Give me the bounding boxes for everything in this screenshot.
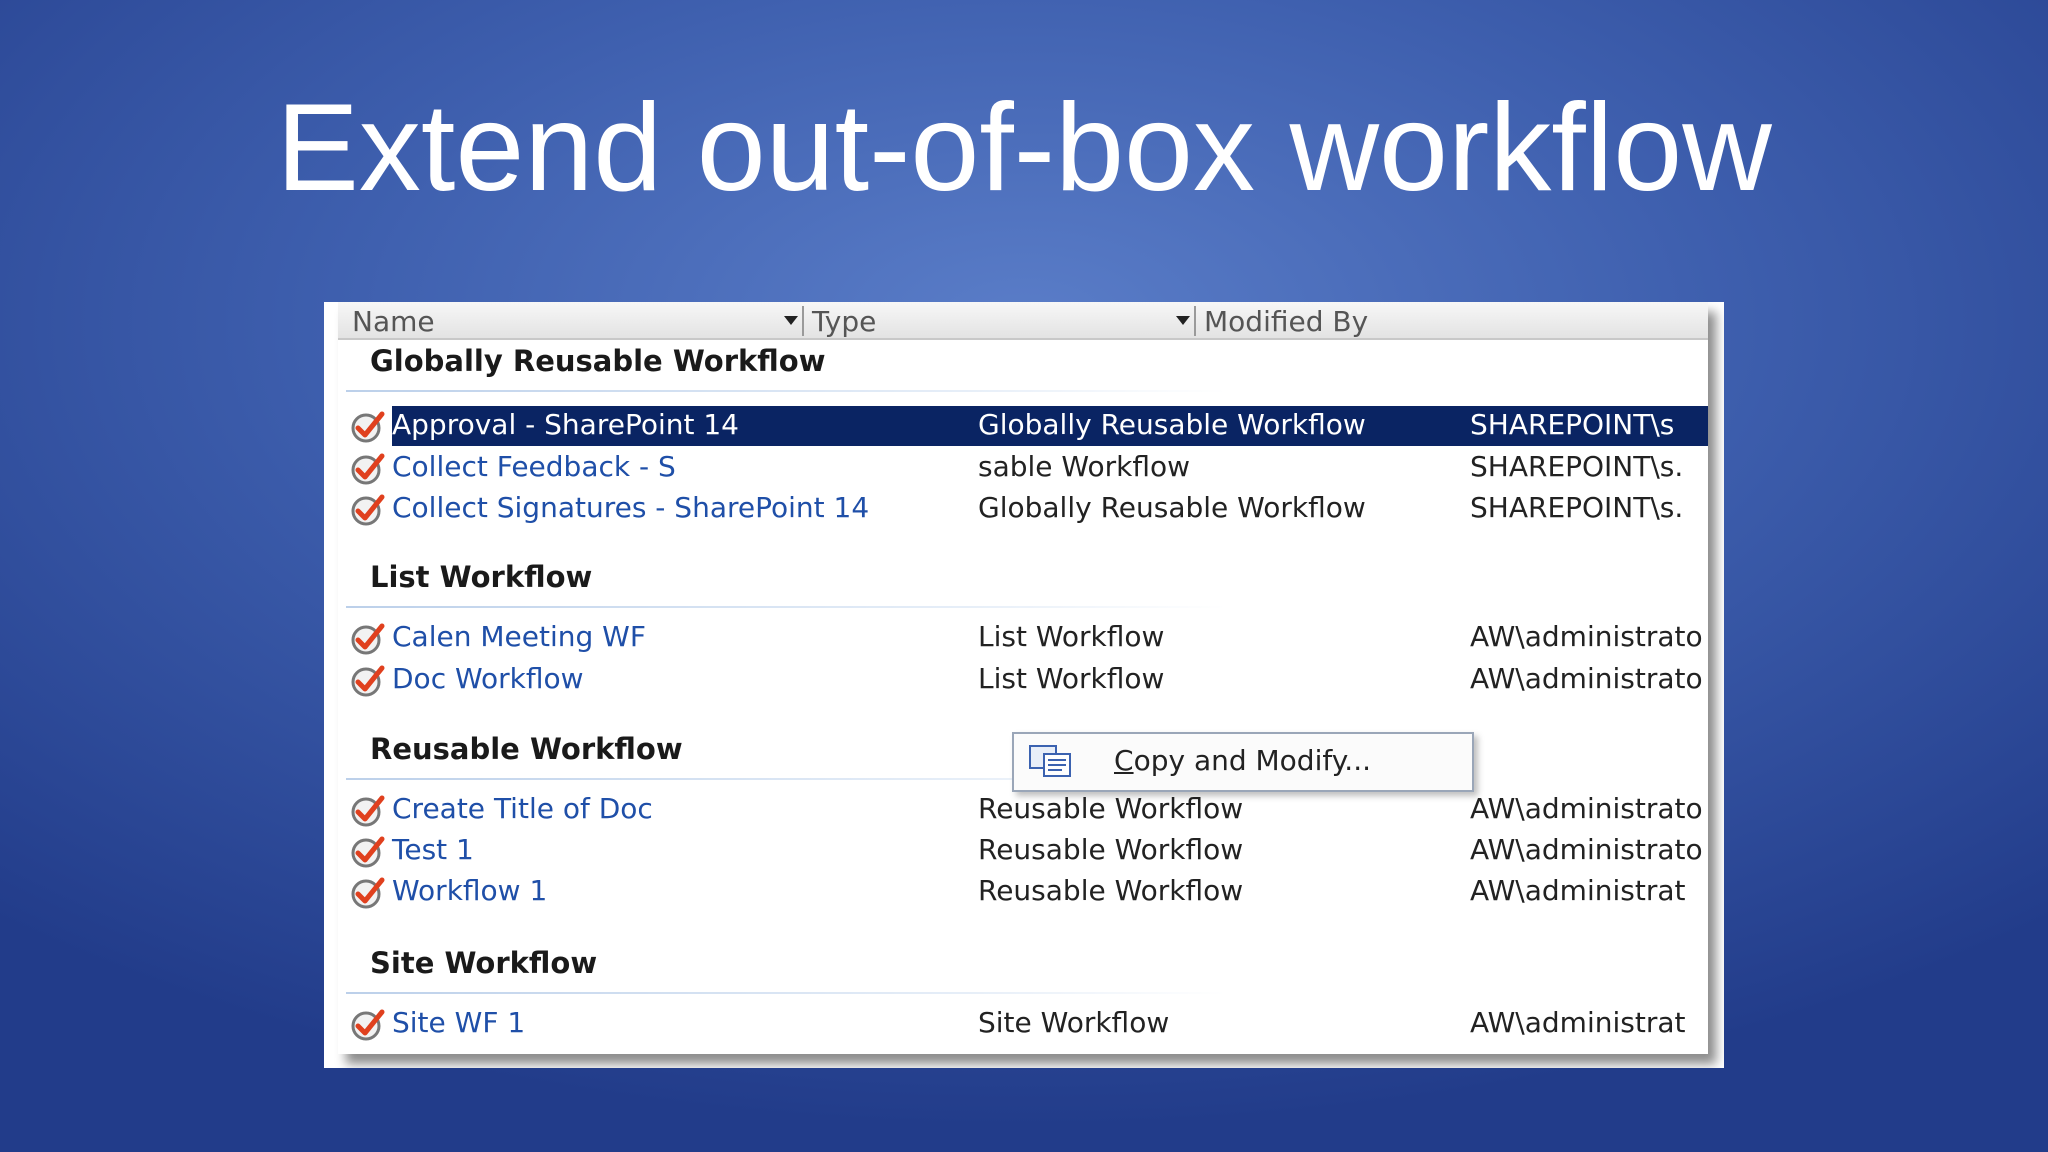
list-column-header: Name Type Modified By — [338, 302, 1708, 340]
workflow-check-icon — [348, 874, 388, 910]
group-divider — [346, 390, 1226, 392]
dropdown-arrow-icon[interactable] — [784, 316, 798, 325]
group-heading: List Workflow — [370, 560, 593, 594]
workflow-modified-by: SHAREPOINT\s — [1470, 408, 1675, 441]
workflow-name-link[interactable]: Create Title of Doc — [392, 792, 653, 825]
workflow-row[interactable]: Doc Workflow List Workflow AW\administrato — [338, 660, 1708, 700]
workflow-check-icon — [348, 1006, 388, 1042]
workflow-check-icon — [348, 450, 388, 486]
workflow-row[interactable]: Create Title of Doc Reusable Workflow AW\a… — [338, 790, 1708, 830]
workflow-check-icon — [348, 792, 388, 828]
workflow-type: sable Workflow — [978, 450, 1190, 483]
group-divider — [346, 992, 1226, 994]
workflow-row[interactable]: Test 1 Reusable Workflow AW\administrato — [338, 831, 1708, 871]
workflow-row[interactable]: Calen Meeting WF List Workflow AW\administ… — [338, 618, 1708, 658]
workflow-row[interactable]: Workflow 1 Reusable Workflow AW\administra… — [338, 872, 1708, 912]
workflow-name-link[interactable]: Collect Signatures - SharePoint 14 — [392, 491, 869, 524]
workflow-row[interactable]: Approval - SharePoint 14 Globally Reusabl… — [338, 406, 1708, 446]
workflow-row[interactable]: Collect Feedback - S sable Workflow SHAREP… — [338, 448, 1708, 488]
screenshot-panel: Name Type Modified By Globally Reusable … — [324, 302, 1724, 1068]
menu-item-accelerator: C — [1114, 744, 1134, 777]
workflow-modified-by: AW\administrato — [1470, 833, 1703, 866]
workflow-name-link[interactable]: Approval - SharePoint 14 — [392, 408, 739, 441]
workflow-modified-by: AW\administrat — [1470, 874, 1686, 907]
group-heading: Globally Reusable Workflow — [370, 344, 826, 378]
workflow-name-link[interactable]: Collect Feedback - S — [392, 450, 676, 483]
menu-item-label: opy and Modify... — [1133, 744, 1372, 777]
workflow-name-link[interactable]: Workflow 1 — [392, 874, 547, 907]
workflow-check-icon — [348, 833, 388, 869]
workflow-check-icon — [348, 408, 388, 444]
column-separator[interactable] — [1194, 306, 1196, 336]
workflow-type: Reusable Workflow — [978, 874, 1244, 907]
group-divider — [346, 606, 1226, 608]
workflow-check-icon — [348, 491, 388, 527]
workflow-modified-by: AW\administrato — [1470, 662, 1703, 695]
copy-icon — [1029, 745, 1071, 777]
menu-item-copy-and-modify[interactable]: Copy and Modify... — [1114, 744, 1371, 777]
workflow-type: List Workflow — [978, 620, 1165, 653]
column-separator[interactable] — [802, 306, 804, 336]
workflow-check-icon — [348, 620, 388, 656]
workflow-name-link[interactable]: Site WF 1 — [392, 1006, 525, 1039]
workflow-type: Globally Reusable Workflow — [978, 408, 1366, 441]
column-header-type[interactable]: Type — [812, 304, 876, 340]
workflow-check-icon — [348, 662, 388, 698]
workflow-name-link[interactable]: Calen Meeting WF — [392, 620, 646, 653]
workflow-modified-by: AW\administrat — [1470, 1006, 1686, 1039]
column-header-name[interactable]: Name — [352, 304, 435, 340]
group-heading: Reusable Workflow — [370, 732, 683, 766]
workflow-modified-by: SHAREPOINT\s. — [1470, 450, 1684, 483]
workflow-modified-by: AW\administrato — [1470, 620, 1703, 653]
workflow-type: Reusable Workflow — [978, 833, 1244, 866]
column-header-modified-by[interactable]: Modified By — [1204, 304, 1368, 340]
workflow-modified-by: SHAREPOINT\s. — [1470, 491, 1684, 524]
group-heading: Site Workflow — [370, 946, 598, 980]
dropdown-arrow-icon[interactable] — [1176, 316, 1190, 325]
workflow-name-link[interactable]: Test 1 — [392, 833, 474, 866]
workflow-type: Globally Reusable Workflow — [978, 491, 1366, 524]
context-menu: Copy and Modify... — [1012, 732, 1474, 792]
workflow-type: Reusable Workflow — [978, 792, 1244, 825]
workflow-name-link[interactable]: Doc Workflow — [392, 662, 584, 695]
workflow-row[interactable]: Site WF 1 Site Workflow AW\administrat — [338, 1004, 1708, 1044]
workflow-type: List Workflow — [978, 662, 1165, 695]
workflow-type: Site Workflow — [978, 1006, 1170, 1039]
slide-title: Extend out-of-box workflow — [276, 79, 1772, 217]
workflow-modified-by: AW\administrato — [1470, 792, 1703, 825]
workflow-row[interactable]: Collect Signatures - SharePoint 14 Global… — [338, 489, 1708, 529]
